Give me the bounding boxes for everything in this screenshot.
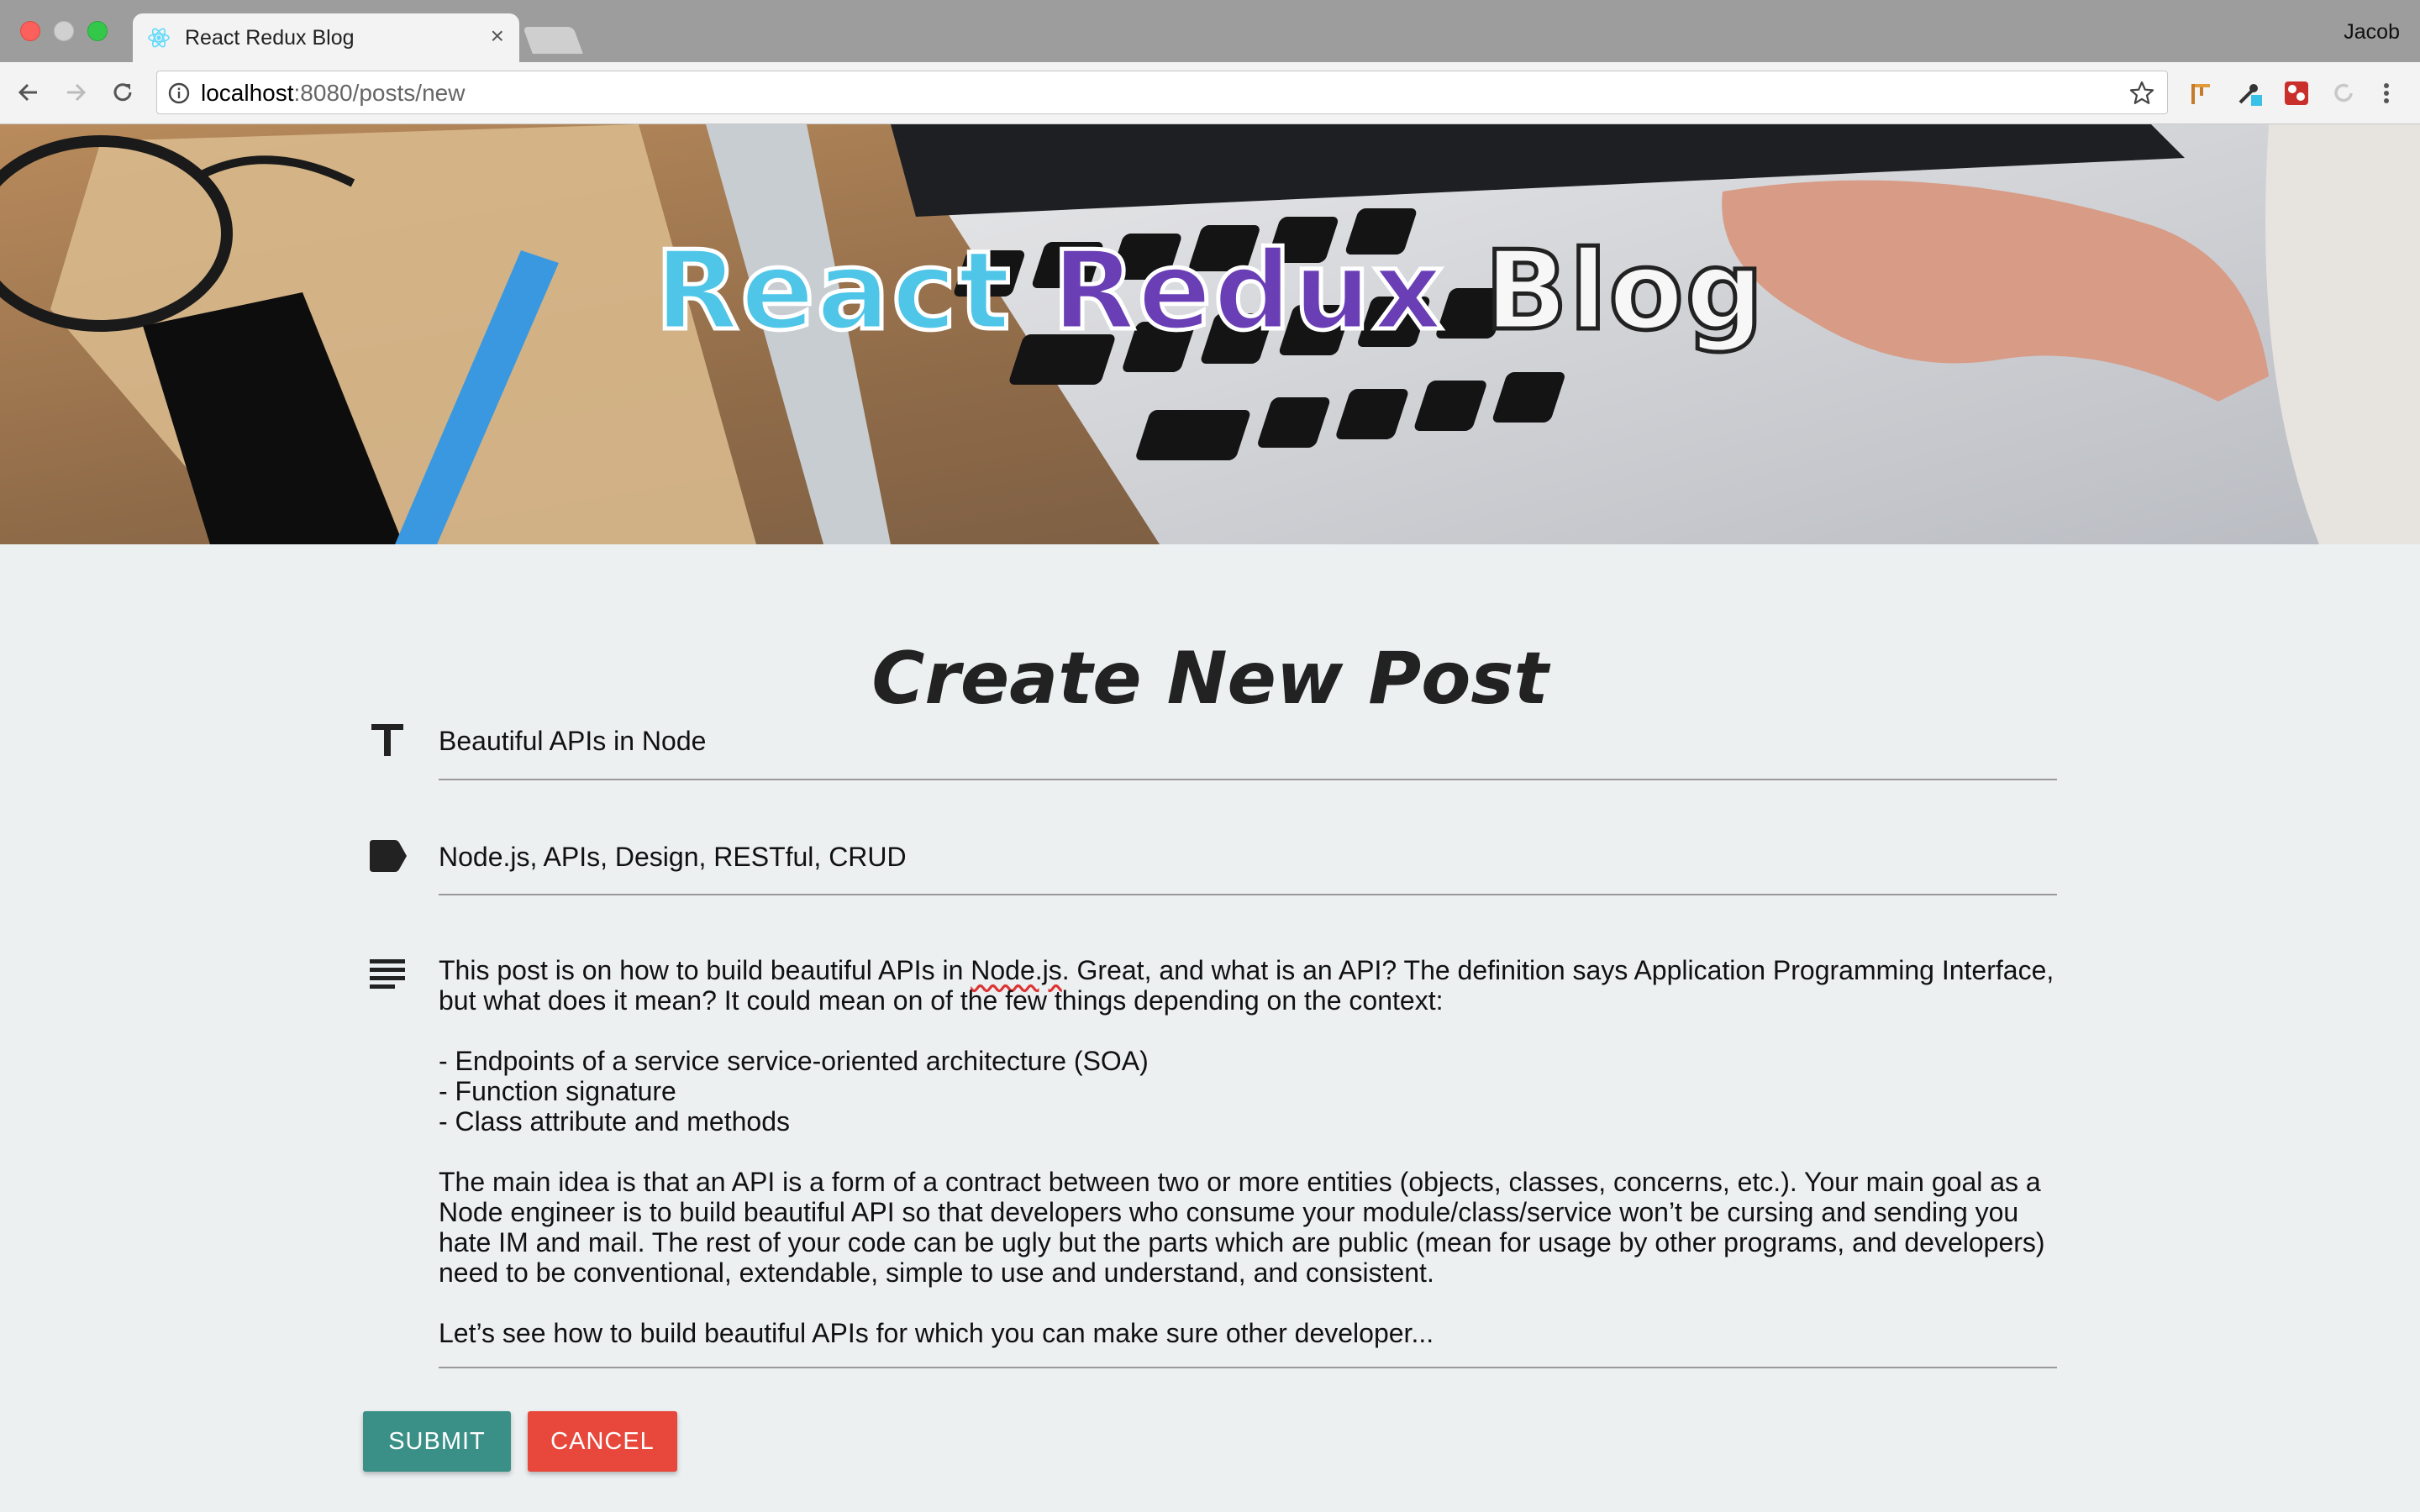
info-icon[interactable] (167, 81, 191, 105)
browser-menu-icon[interactable] (2378, 79, 2395, 108)
content-paragraph: This post is on how to build beautiful A… (439, 955, 2057, 1016)
url-text: localhost:8080/posts/new (201, 80, 465, 107)
page-title: Create New Post (871, 636, 1549, 721)
hero-title-blog: Blog (1482, 225, 1765, 357)
extension-redux-devtools-icon[interactable] (2282, 79, 2311, 108)
browser-toolbar: localhost:8080/posts/new (0, 62, 2420, 124)
submit-button[interactable]: SUBMIT (363, 1411, 511, 1472)
content-paragraph: The main idea is that an API is a form o… (439, 1167, 2045, 1288)
reload-icon (113, 83, 132, 102)
react-icon (148, 28, 170, 48)
title-input-underline (439, 779, 2057, 780)
content-bullet: - Endpoints of a service service-oriente… (439, 1046, 1149, 1076)
arrow-left-icon (18, 83, 37, 102)
tab-close-icon[interactable]: × (491, 24, 504, 49)
notes-icon (370, 959, 405, 989)
label-icon (370, 840, 407, 872)
content-gap (439, 1288, 2057, 1318)
extension-eyedropper-icon[interactable] (2235, 79, 2264, 108)
reload-button[interactable] (108, 77, 138, 108)
forward-button[interactable] (60, 77, 91, 108)
url-path: :8080/posts/new (293, 80, 466, 106)
address-bar[interactable]: localhost:8080/posts/new (156, 71, 2168, 114)
hero-title-redux: Redux (1050, 225, 1445, 357)
content-gap (439, 1137, 2057, 1167)
title-input[interactable]: Beautiful APIs in Node (439, 726, 706, 756)
arrow-right-icon (67, 83, 87, 102)
hero-title-react: React (653, 225, 1013, 357)
categories-input-underline (439, 894, 2057, 895)
back-button[interactable] (13, 77, 44, 108)
profile-name[interactable]: Jacob (2344, 20, 2400, 45)
window-close-button[interactable] (20, 21, 40, 41)
browser-tab[interactable]: React Redux Blog × (133, 13, 519, 62)
content-bullet: - Class attribute and methods (439, 1106, 790, 1137)
url-host: localhost (201, 80, 294, 106)
tab-title: React Redux Blog (185, 26, 355, 50)
extension-sync-icon[interactable] (2329, 79, 2358, 108)
content-textarea-underline (439, 1367, 2057, 1368)
window-minimize-button[interactable] (54, 21, 74, 41)
content-text: This post is on how to build beautiful A… (439, 955, 971, 985)
bookmark-star-icon[interactable] (2128, 80, 2155, 107)
title-icon (371, 724, 403, 756)
content-paragraph: Let’s see how to build beautiful APIs fo… (439, 1318, 1434, 1348)
window-zoom-button[interactable] (87, 21, 108, 41)
hero-banner: React Redux Blog (0, 124, 2420, 544)
hero-title: React Redux Blog (0, 223, 2420, 358)
content-bullet: - Function signature (439, 1076, 676, 1106)
content-textarea[interactable]: This post is on how to build beautiful A… (439, 955, 2057, 1348)
extension-flag-icon[interactable] (2186, 79, 2215, 108)
content-gap (439, 1016, 2057, 1046)
categories-input[interactable]: Node.js, APIs, Design, RESTful, CRUD (439, 842, 907, 872)
cancel-button[interactable]: CANCEL (528, 1411, 677, 1472)
browser-tab-bar: React Redux Blog × Jacob (0, 0, 2420, 62)
spellcheck-word: Node.js (971, 955, 1062, 985)
new-tab-button[interactable] (523, 27, 583, 54)
